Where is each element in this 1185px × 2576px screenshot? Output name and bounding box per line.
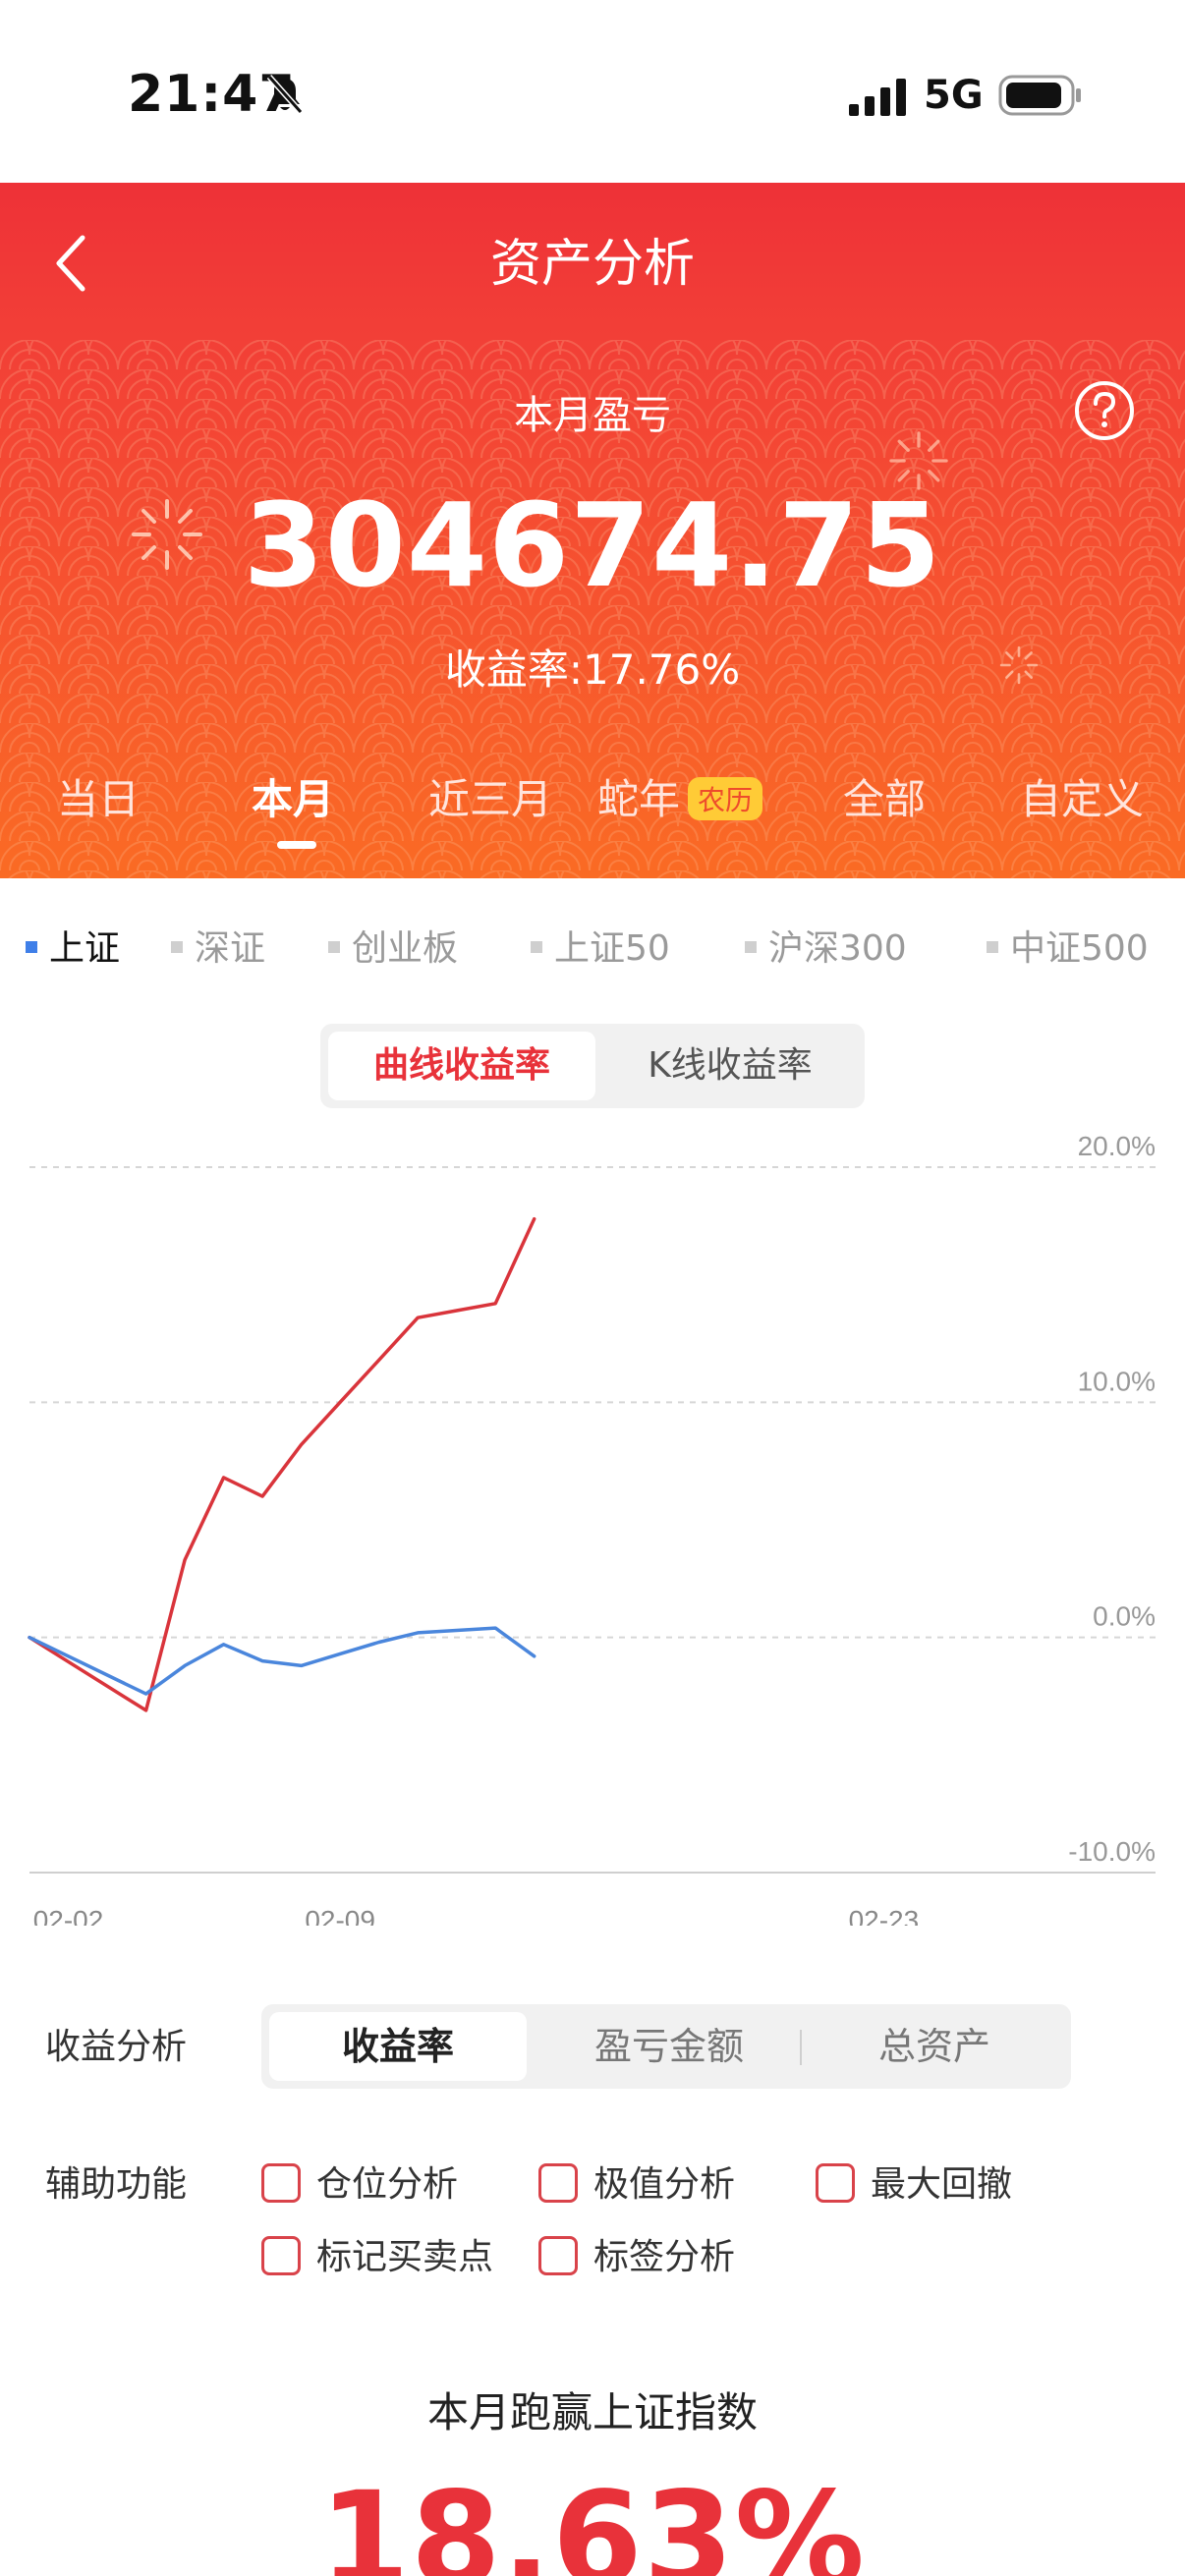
- month-yield-rate: 收益率:17.76%: [444, 645, 741, 694]
- active-tab-indicator: [277, 841, 316, 849]
- month-pnl-value: 304674.75: [243, 477, 942, 613]
- bell-muted-icon: [266, 75, 304, 114]
- extreme-analysis-checkbox[interactable]: 极值分析: [538, 2156, 735, 2207]
- x-tick-label: 02-09: [305, 1905, 375, 1926]
- tab-today[interactable]: 当日: [57, 766, 140, 826]
- x-tick-label: 02-23: [849, 1905, 920, 1926]
- kline-yield-option[interactable]: K线收益率: [601, 1032, 859, 1100]
- analysis-label: 收益分析: [45, 2027, 188, 2067]
- mark-trades-checkbox[interactable]: 标记买卖点: [261, 2228, 493, 2279]
- index-tabs: 上证 深证 创业板 上证50 沪深300 中证500: [0, 878, 1185, 1006]
- beat-index-title: 本月跑赢上证指数: [426, 2388, 758, 2436]
- y-tick-label: 0.0%: [1093, 1601, 1156, 1632]
- index-tab-csi500[interactable]: 中证500: [987, 920, 1149, 971]
- period-tabs: 当日 本月 近三月 蛇年 农历 全部 自定义: [0, 766, 1185, 878]
- asset-summary-header: 资产分析 本月盈亏 304674.75 收益率:17.76% 当日 本月 近三月…: [0, 183, 1185, 878]
- signal-icon: [849, 79, 906, 116]
- curve-yield-option[interactable]: 曲线收益率: [328, 1032, 595, 1100]
- index-tab-sse[interactable]: 上证: [26, 920, 120, 971]
- lunar-badge: 农历: [688, 776, 763, 820]
- max-drawdown-checkbox[interactable]: 最大回撤: [816, 2156, 1012, 2207]
- pnl-amount-option[interactable]: 盈亏金额: [546, 2012, 792, 2081]
- status-bar: 21:47 5G: [0, 0, 1185, 183]
- chart-type-toggle: 曲线收益率 K线收益率: [320, 1024, 865, 1108]
- network-label: 5G: [924, 73, 984, 118]
- y-tick-label: -10.0%: [1068, 1836, 1156, 1867]
- total-assets-option[interactable]: 总资产: [812, 2012, 1057, 2081]
- page-title: 资产分析: [489, 235, 695, 294]
- tab-three-months[interactable]: 近三月: [428, 766, 552, 826]
- tab-snake-year[interactable]: 蛇年 农历: [597, 766, 763, 826]
- x-tick-label: 02-02: [33, 1905, 104, 1926]
- divider: [800, 2030, 802, 2065]
- y-tick-label: 10.0%: [1078, 1366, 1156, 1396]
- yield-line-chart: 20.0% 10.0% 0.0% -10.0% 02-02 02-09 02-23: [28, 1131, 1156, 1926]
- month-pnl-label: 本月盈亏: [514, 393, 671, 438]
- battery-icon: [998, 75, 1081, 116]
- index-tab-sse50[interactable]: 上证50: [531, 920, 670, 971]
- y-tick-label: 20.0%: [1078, 1131, 1156, 1161]
- tab-custom[interactable]: 自定义: [1020, 766, 1144, 826]
- index-tab-szse[interactable]: 深证: [171, 920, 265, 971]
- position-analysis-checkbox[interactable]: 仓位分析: [261, 2156, 458, 2207]
- beat-index-value: 18.63%: [319, 2464, 866, 2576]
- tag-analysis-checkbox[interactable]: 标签分析: [538, 2228, 735, 2279]
- tab-this-month[interactable]: 本月: [252, 766, 334, 826]
- index-tab-csi300[interactable]: 沪深300: [745, 920, 907, 971]
- aux-functions-label: 辅助功能: [45, 2164, 188, 2205]
- analysis-toggle: 收益率 盈亏金额 总资产: [261, 2004, 1071, 2089]
- index-tab-chinext[interactable]: 创业板: [328, 920, 458, 971]
- yield-rate-option[interactable]: 收益率: [269, 2012, 527, 2081]
- tab-all[interactable]: 全部: [843, 766, 926, 826]
